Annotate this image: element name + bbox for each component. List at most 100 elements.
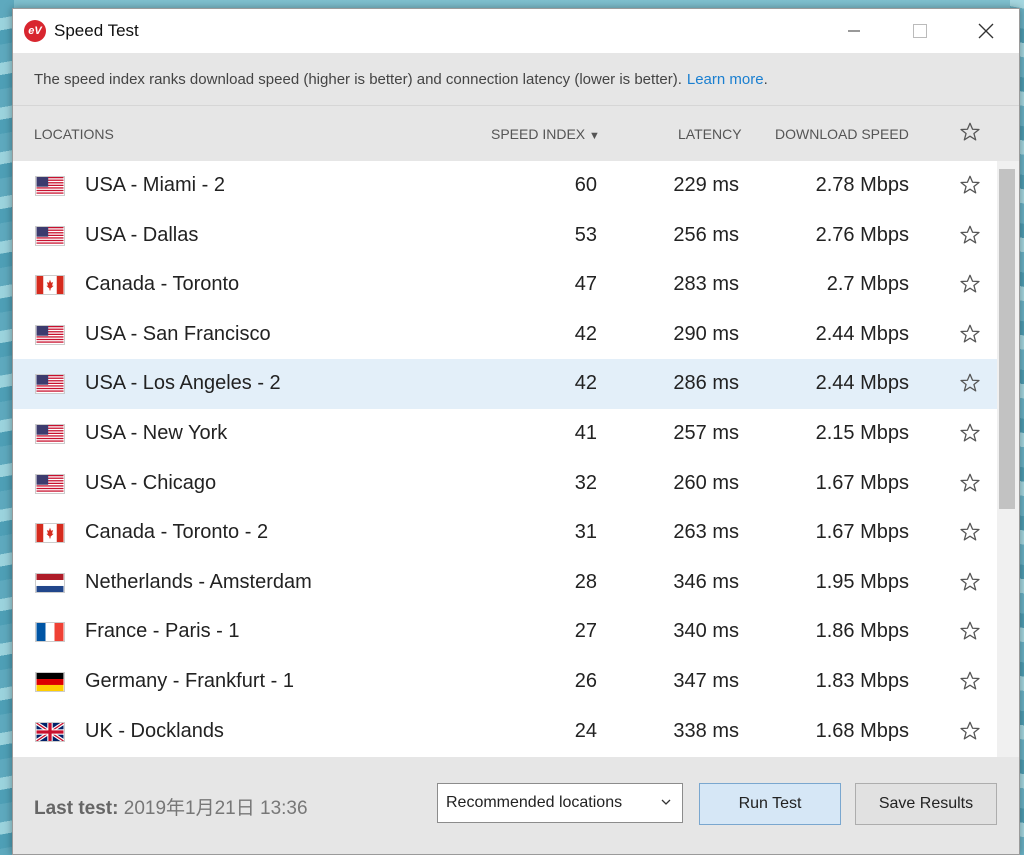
minimize-icon bbox=[848, 30, 860, 32]
location-row[interactable]: USA - Miami - 2 60 229 ms 2.78 Mbps bbox=[13, 161, 997, 211]
scrollbar-thumb[interactable] bbox=[999, 169, 1015, 509]
close-icon bbox=[978, 23, 994, 39]
column-latency[interactable]: LATENCY bbox=[678, 126, 742, 142]
download-speed-value: 1.68 Mbps bbox=[815, 719, 909, 742]
maximize-button[interactable] bbox=[887, 9, 953, 53]
favorite-star-icon[interactable] bbox=[959, 670, 981, 692]
last-test: Last test: 2019年1月21日 13:36 bbox=[34, 793, 308, 820]
speed-index-value: 28 bbox=[574, 570, 597, 593]
speed-index-value: 24 bbox=[574, 719, 597, 742]
location-row[interactable]: France - Paris - 1 27 340 ms 1.86 Mbps bbox=[13, 607, 997, 657]
location-row[interactable]: Canada - Toronto 47 283 ms 2.7 Mbps bbox=[13, 260, 997, 310]
info-suffix: . bbox=[763, 70, 768, 88]
location-name: Canada - Toronto bbox=[85, 273, 240, 296]
latency-value: 346 ms bbox=[673, 570, 739, 593]
flag-us-icon bbox=[35, 374, 65, 395]
flag-us-icon bbox=[35, 423, 65, 444]
speed-index-value: 53 bbox=[574, 223, 597, 246]
favorite-star-icon[interactable] bbox=[959, 472, 981, 494]
location-name: USA - Chicago bbox=[85, 471, 217, 494]
location-name: Germany - Frankfurt - 1 bbox=[85, 669, 294, 692]
favorite-star-icon[interactable] bbox=[959, 620, 981, 642]
download-speed-value: 1.86 Mbps bbox=[815, 620, 909, 643]
favorite-star-icon[interactable] bbox=[959, 224, 981, 246]
minimize-button[interactable] bbox=[821, 9, 887, 53]
download-speed-value: 2.7 Mbps bbox=[826, 273, 909, 296]
scrollbar[interactable] bbox=[997, 161, 1019, 757]
location-row[interactable]: Canada - Toronto - 2 31 263 ms 1.67 Mbps bbox=[13, 508, 997, 558]
last-test-label: Last test: bbox=[34, 798, 119, 819]
speed-index-value: 41 bbox=[574, 421, 597, 444]
maximize-icon bbox=[913, 24, 927, 38]
flag-gb-icon bbox=[35, 721, 65, 742]
location-name: USA - San Francisco bbox=[85, 322, 271, 345]
location-name: Netherlands - Amsterdam bbox=[85, 570, 312, 593]
download-speed-value: 1.83 Mbps bbox=[815, 669, 909, 692]
flag-us-icon bbox=[35, 225, 65, 246]
flag-fr-icon bbox=[35, 622, 65, 643]
favorite-star-icon[interactable] bbox=[959, 273, 981, 295]
window-controls bbox=[821, 9, 1019, 53]
speed-index-value: 32 bbox=[574, 471, 597, 494]
location-row[interactable]: Netherlands - Amsterdam 28 346 ms 1.95 Mbps bbox=[13, 558, 997, 608]
speed-index-value: 42 bbox=[574, 372, 597, 395]
download-speed-value: 2.15 Mbps bbox=[815, 421, 909, 444]
flag-ca-icon bbox=[35, 523, 65, 544]
flag-nl-icon bbox=[35, 572, 65, 593]
latency-value: 347 ms bbox=[673, 669, 739, 692]
favorite-star-icon[interactable] bbox=[959, 372, 981, 394]
sort-descending-icon: ▼ bbox=[589, 130, 600, 142]
speed-index-value: 27 bbox=[574, 620, 597, 643]
location-row[interactable]: USA - Chicago 32 260 ms 1.67 Mbps bbox=[13, 459, 997, 509]
favorite-star-icon[interactable] bbox=[959, 521, 981, 543]
latency-value: 340 ms bbox=[673, 620, 739, 643]
download-speed-value: 1.67 Mbps bbox=[815, 521, 909, 544]
learn-more-link[interactable]: Learn more bbox=[687, 71, 764, 88]
locations-list[interactable]: USA - Miami - 2 60 229 ms 2.78 Mbps USA - Da… bbox=[13, 161, 997, 757]
favorite-star-icon[interactable] bbox=[959, 174, 981, 196]
location-name: USA - Dallas bbox=[85, 223, 199, 246]
speed-index-value: 42 bbox=[574, 322, 597, 345]
location-name: France - Paris - 1 bbox=[85, 620, 240, 643]
flag-us-icon bbox=[35, 176, 65, 196]
speed-test-window: eV Speed Test The speed index ranks down… bbox=[12, 8, 1020, 855]
close-button[interactable] bbox=[953, 9, 1019, 53]
location-row[interactable]: USA - San Francisco 42 290 ms 2.44 Mbps bbox=[13, 310, 997, 360]
location-row[interactable]: UK - Docklands 24 338 ms 1.68 Mbps bbox=[13, 707, 997, 757]
favorite-star-icon[interactable] bbox=[959, 323, 981, 345]
location-name: UK - Docklands bbox=[85, 719, 224, 742]
title-bar[interactable]: eV Speed Test bbox=[13, 9, 1019, 53]
run-test-button[interactable]: Run Test bbox=[699, 783, 841, 825]
location-row[interactable]: USA - Los Angeles - 2 42 286 ms 2.44 Mbps bbox=[13, 359, 997, 409]
latency-value: 290 ms bbox=[673, 322, 739, 345]
window-title: Speed Test bbox=[54, 21, 139, 40]
save-results-button[interactable]: Save Results bbox=[855, 783, 997, 825]
location-filter-value: Recommended locations bbox=[446, 794, 623, 811]
flag-us-icon bbox=[35, 473, 65, 494]
favorite-star-icon[interactable] bbox=[959, 571, 981, 593]
latency-value: 283 ms bbox=[673, 273, 739, 296]
download-speed-value: 2.76 Mbps bbox=[815, 223, 909, 246]
column-download-speed[interactable]: DOWNLOAD SPEED bbox=[775, 126, 909, 142]
download-speed-value: 1.67 Mbps bbox=[815, 471, 909, 494]
favorite-star-icon[interactable] bbox=[959, 422, 981, 444]
info-text: The speed index ranks download speed (hi… bbox=[34, 70, 682, 88]
download-speed-value: 2.44 Mbps bbox=[815, 372, 909, 395]
latency-value: 257 ms bbox=[673, 421, 739, 444]
column-speed-index[interactable]: SPEED INDEX ▼ bbox=[491, 126, 600, 142]
favorite-star-icon[interactable] bbox=[959, 720, 981, 742]
location-name: USA - New York bbox=[85, 421, 228, 444]
latency-value: 286 ms bbox=[673, 372, 739, 395]
location-name: USA - Los Angeles - 2 bbox=[85, 372, 281, 395]
flag-us-icon bbox=[35, 324, 65, 345]
favorites-column-star-icon[interactable] bbox=[959, 121, 981, 146]
speed-index-value: 26 bbox=[574, 669, 597, 692]
location-filter-select[interactable]: Recommended locations bbox=[437, 783, 683, 823]
location-row[interactable]: Germany - Frankfurt - 1 26 347 ms 1.83 Mbps bbox=[13, 657, 997, 707]
download-speed-value: 2.44 Mbps bbox=[815, 322, 909, 345]
location-row[interactable]: USA - New York 41 257 ms 2.15 Mbps bbox=[13, 409, 997, 459]
flag-de-icon bbox=[35, 671, 65, 692]
location-row[interactable]: USA - Dallas 53 256 ms 2.76 Mbps bbox=[13, 211, 997, 261]
flag-ca-icon bbox=[35, 275, 65, 296]
column-locations[interactable]: LOCATIONS bbox=[34, 126, 114, 142]
